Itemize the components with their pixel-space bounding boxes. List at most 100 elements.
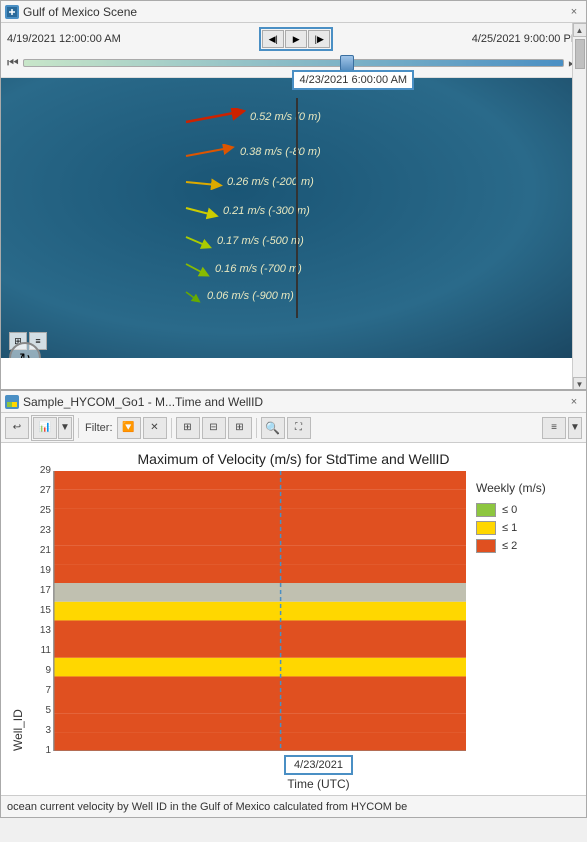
playback-controls: ◀| ▶ |▶ xyxy=(259,27,333,51)
chart-title: Maximum of Velocity (m/s) for StdTime an… xyxy=(1,443,586,471)
legend-item-1: ≤ 1 xyxy=(476,521,566,535)
legend-color-2 xyxy=(476,539,496,553)
sep-3 xyxy=(256,418,257,438)
y-tick-3: 3 xyxy=(45,725,51,736)
arrow-label-7: 0.06 m/s (-900 m) xyxy=(207,290,294,302)
more-button[interactable]: ≡ xyxy=(542,417,566,439)
arrow-label-6: 0.16 m/s (-700 m) xyxy=(215,263,302,275)
current-time-bubble: 4/23/2021 6:00:00 AM xyxy=(292,70,414,90)
chart-title-bar: Sample_HYCOM_Go1 - M...Time and WellID × xyxy=(1,391,586,413)
y-tick-21: 21 xyxy=(40,545,51,556)
bottom-window: Sample_HYCOM_Go1 - M...Time and WellID ×… xyxy=(0,390,587,818)
y-axis-title: Well_ID xyxy=(11,471,25,751)
chart-legend: Weekly (m/s) ≤ 0 ≤ 1 ≤ 2 xyxy=(466,471,576,751)
play-button[interactable]: ▶ xyxy=(285,30,307,48)
undo-button[interactable]: ↩ xyxy=(5,417,29,439)
chart-toolbar: ↩ 📊 ▼ Filter: 🔽 ✕ ⊞ ⊟ ⊞ 🔍 ⛶ ≡ ▼ xyxy=(1,413,586,443)
y-tick-13: 13 xyxy=(40,625,51,636)
arrow-label-2: 0.38 m/s (-80 m) xyxy=(240,146,321,158)
arrow-svg-1 xyxy=(181,108,246,126)
fit-button[interactable]: ⛶ xyxy=(287,417,311,439)
arrow-item-6: 0.16 m/s (-700 m) xyxy=(181,260,381,278)
more-dropdown[interactable]: ▼ xyxy=(568,417,582,439)
arrow-item-1: 0.52 m/s (0 m) xyxy=(181,108,381,126)
top-window-icon xyxy=(5,5,19,19)
time-controls: 4/19/2021 12:00:00 AM ◀| ▶ |▶ 4/25/2021 … xyxy=(1,23,586,78)
map-area: 0.52 m/s (0 m) 0.38 m/s (-80 m) xyxy=(1,78,586,358)
map-controls: ⊞ ≡ ↻ xyxy=(9,332,47,350)
time-end-label: 4/25/2021 9:00:00 PM xyxy=(472,33,580,45)
chart-plot xyxy=(53,471,466,751)
filter-clear-button[interactable]: ✕ xyxy=(143,417,167,439)
chart-window-title: Sample_HYCOM_Go1 - M...Time and WellID xyxy=(23,395,562,409)
y-tick-27: 27 xyxy=(40,485,51,496)
top-title-bar: Gulf of Mexico Scene × xyxy=(1,1,586,23)
time-row: 4/19/2021 12:00:00 AM ◀| ▶ |▶ 4/25/2021 … xyxy=(7,27,580,51)
x-time-bubble: 4/23/2021 xyxy=(284,755,353,775)
top-window: Gulf of Mexico Scene × 4/19/2021 12:00:0… xyxy=(0,0,587,390)
chart-svg xyxy=(54,471,466,751)
arrow-svg-5 xyxy=(181,232,213,250)
chart-type-dropdown[interactable]: ▼ xyxy=(58,417,72,439)
top-window-title: Gulf of Mexico Scene xyxy=(23,5,562,19)
legend-label-0: ≤ 0 xyxy=(502,504,517,516)
arrow-svg-6 xyxy=(181,260,211,278)
step-forward-button[interactable]: |▶ xyxy=(308,30,330,48)
arrow-item-4: 0.21 m/s (-300 m) xyxy=(181,202,381,220)
step-back-button[interactable]: ◀| xyxy=(262,30,284,48)
arrow-item-3: 0.26 m/s (-200 m) xyxy=(181,174,381,190)
slider-left-icon[interactable]: ⏮ xyxy=(7,55,19,71)
arrow-svg-2 xyxy=(181,144,236,160)
legend-color-0 xyxy=(476,503,496,517)
y-tick-7: 7 xyxy=(45,685,51,696)
y-tick-9: 9 xyxy=(45,665,51,676)
chart-type-group: 📊 ▼ xyxy=(31,415,74,441)
filter-label: Filter: xyxy=(85,422,113,434)
sep-2 xyxy=(171,418,172,438)
status-text: ocean current velocity by Well ID in the… xyxy=(7,801,407,813)
filter-button[interactable]: 🔽 xyxy=(117,417,141,439)
chart-type-button[interactable]: 📊 xyxy=(33,417,57,439)
arrow-svg-4 xyxy=(181,202,219,220)
y-tick-5: 5 xyxy=(45,705,51,716)
zoom-in-button[interactable]: 🔍 xyxy=(261,417,285,439)
export-button[interactable]: ⊞ xyxy=(228,417,252,439)
y-tick-29: 29 xyxy=(40,465,51,476)
scroll-thumb[interactable] xyxy=(575,39,585,69)
status-bar: ocean current velocity by Well ID in the… xyxy=(1,795,586,817)
vertical-scrollbar: ▲ ▼ xyxy=(572,23,586,390)
slider-thumb[interactable] xyxy=(340,55,354,71)
y-tick-19: 19 xyxy=(40,565,51,576)
time-slider[interactable]: 4/23/2021 6:00:00 AM xyxy=(23,59,565,67)
current-arrows: 0.52 m/s (0 m) 0.38 m/s (-80 m) xyxy=(181,108,381,306)
legend-label-2: ≤ 2 xyxy=(502,540,517,552)
chart-area: Maximum of Velocity (m/s) for StdTime an… xyxy=(1,443,586,795)
table-view-button[interactable]: ⊞ xyxy=(176,417,200,439)
y-tick-11: 11 xyxy=(41,645,51,656)
scroll-down-arrow[interactable]: ▼ xyxy=(573,377,587,390)
well-line xyxy=(296,98,298,318)
legend-item-2: ≤ 2 xyxy=(476,539,566,553)
chart-window-close[interactable]: × xyxy=(566,394,582,410)
arrow-label-3: 0.26 m/s (-200 m) xyxy=(227,176,314,188)
legend-label-1: ≤ 1 xyxy=(502,522,517,534)
y-tick-15: 15 xyxy=(40,605,51,616)
y-tick-23: 23 xyxy=(40,525,51,536)
arrow-svg-7 xyxy=(181,288,203,304)
y-tick-1: 1 xyxy=(45,745,51,756)
legend-title: Weekly (m/s) xyxy=(476,481,566,495)
arrow-item-2: 0.38 m/s (-80 m) xyxy=(181,144,381,160)
arrow-item-5: 0.17 m/s (-500 m) xyxy=(181,232,381,250)
arrow-item-7: 0.06 m/s (-900 m) xyxy=(181,288,381,304)
scroll-up-arrow[interactable]: ▲ xyxy=(573,23,587,37)
top-window-close[interactable]: × xyxy=(566,4,582,20)
x-axis-area: 4/23/2021 Time (UTC) xyxy=(1,751,586,795)
legend-color-1 xyxy=(476,521,496,535)
arrow-svg-3 xyxy=(181,174,223,190)
chart-window-icon xyxy=(5,395,19,409)
arrow-label-5: 0.17 m/s (-500 m) xyxy=(217,235,304,247)
y-tick-25: 25 xyxy=(40,505,51,516)
time-slider-row: ⏮ 4/23/2021 6:00:00 AM ⏭ xyxy=(7,53,580,73)
grid-button[interactable]: ⊟ xyxy=(202,417,226,439)
x-axis-title: Time (UTC) xyxy=(287,777,349,791)
